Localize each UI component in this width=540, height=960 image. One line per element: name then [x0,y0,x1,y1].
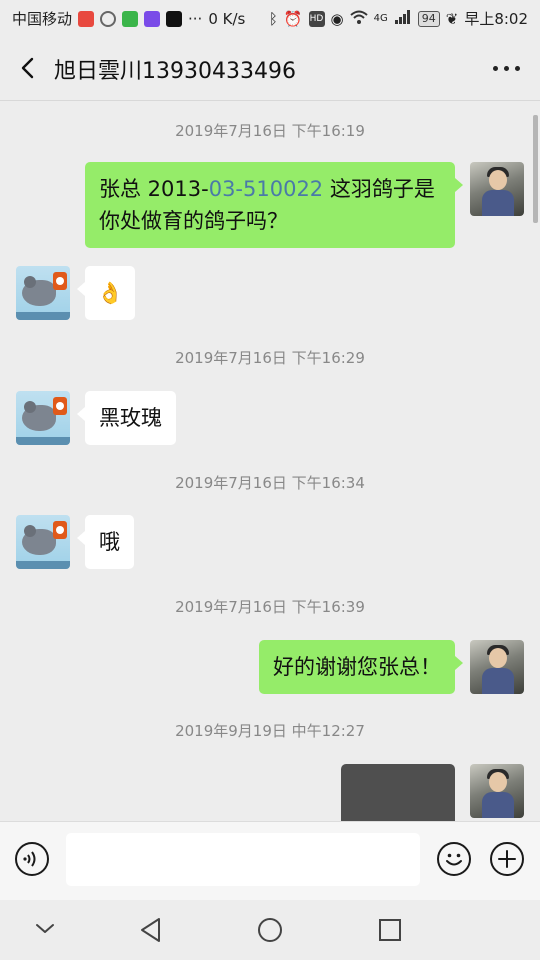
avatar[interactable] [470,162,524,216]
message-text: 张总 2013- [99,177,209,201]
network-speed: 0 K/s [208,9,246,28]
avatar[interactable] [16,391,70,445]
chat-input-bar [0,821,540,900]
eye-icon: ◉ [330,9,344,28]
sent-message-bubble[interactable]: 好的谢谢您张总！ [259,640,463,694]
bluetooth-icon: ᛒ [268,9,278,28]
avatar[interactable] [16,266,70,320]
sent-message-bubble[interactable]: 张总 2013-03-510022 这羽鸽子是你处做育的鸽子吗？ [85,162,463,248]
chevron-down-icon[interactable] [34,920,56,936]
message-timestamp: 2019年9月19日 中午12:27 [175,722,365,740]
received-message-bubble[interactable]: 👌 [76,266,136,320]
alarm-icon: ⏰ [283,9,303,28]
voice-icon [23,851,36,867]
play-store-icon [122,10,139,27]
app-notification-icon [78,10,95,27]
voice-button[interactable] [15,842,49,876]
circle-home-icon[interactable] [256,916,284,944]
tiktok-icon [166,10,183,27]
avatar[interactable] [470,764,524,818]
signal-icon [394,9,412,28]
chat-title: 旭日雲川13930433496 [54,59,296,84]
hd-icon: HD [308,10,325,27]
message-list[interactable]: 2019年7月16日 下午16:19 张总 2013-03-510022 这羽鸽… [0,101,540,821]
battery-icon: 94 [417,10,440,27]
plus-icon [498,850,516,868]
leaf-icon: ❦ [445,9,459,28]
ok-hand-icon: 👌 [97,281,124,305]
sync-icon [100,10,117,27]
clock: 早上8:02 [464,10,528,28]
status-bar: 中国移动 ··· 0 K/s ᛒ ⏰ HD ◉ 4G 94 ❦ 早上8:02 [0,0,540,36]
more-dots-icon[interactable] [493,66,520,71]
message-text: 哦 [99,530,120,554]
message-timestamp: 2019年7月16日 下午16:29 [175,349,365,367]
image-message[interactable] [341,764,455,821]
square-recent-icon[interactable] [377,917,403,943]
emoji-button[interactable] [437,842,471,876]
chevron-left-icon [21,57,34,79]
back-button[interactable] [14,54,42,82]
avatar[interactable] [16,515,70,569]
message-text: 好的谢谢您张总！ [273,655,441,679]
message-timestamp: 2019年7月16日 下午16:19 [175,122,365,140]
received-message-bubble[interactable]: 哦 [77,515,134,569]
app-icon [144,10,161,27]
received-message-bubble[interactable]: 黑玫瑰 [77,391,176,445]
message-timestamp: 2019年7月16日 下午16:39 [175,598,365,616]
message-timestamp: 2019年7月16日 下午16:34 [175,474,365,492]
chat-header: 旭日雲川13930433496 [0,36,540,101]
wifi-icon [349,10,368,28]
status-left: 中国移动 ··· 0 K/s [12,8,245,29]
phone-link[interactable]: 03-510022 [209,177,323,201]
plus-button[interactable] [490,842,524,876]
status-right: ᛒ ⏰ HD ◉ 4G 94 ❦ 早上8:02 [269,8,528,29]
avatar[interactable] [470,640,524,694]
more-notifications-icon: ··· [188,9,203,28]
message-input[interactable] [66,833,420,886]
triangle-back-icon[interactable] [138,916,164,944]
system-nav-bar [0,900,540,960]
emoji-icon [446,853,462,866]
message-text: 黑玫瑰 [99,406,162,430]
network-type-label: 4G [373,13,388,24]
carrier-label: 中国移动 [12,10,73,28]
